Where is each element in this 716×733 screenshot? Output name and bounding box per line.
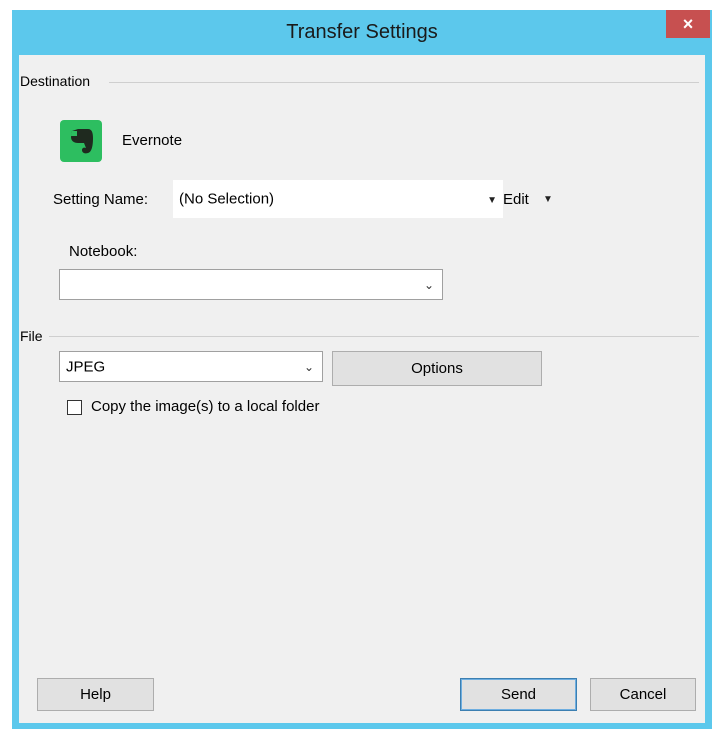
edit-menu-button[interactable]: Edit ▼ [503,191,553,208]
file-format-value: JPEG [66,358,106,375]
copy-local-checkbox[interactable] [67,400,82,415]
notebook-dropdown[interactable]: ⌄ [59,269,443,300]
copy-local-label[interactable]: Copy the image(s) to a local folder [91,398,319,415]
close-icon: × [682,13,694,34]
evernote-elephant-icon [60,120,102,162]
file-divider [49,336,699,337]
options-label: Options [411,360,463,377]
help-button[interactable]: Help [37,678,154,711]
file-format-dropdown[interactable]: JPEG ⌄ [59,351,323,382]
destination-group-label: Destination [20,73,95,89]
window-title: Transfer Settings [286,21,438,43]
setting-name-value: (No Selection) [179,190,275,208]
send-button[interactable]: Send [460,678,577,711]
file-group-label: File [20,328,47,344]
destination-divider [109,82,699,83]
dropdown-arrow-icon: ▼ [487,195,497,206]
chevron-down-icon: ⌄ [423,277,434,292]
setting-name-label: Setting Name: [53,191,149,208]
close-button[interactable]: × [666,10,710,38]
options-button[interactable]: Options [332,351,542,386]
edit-label: Edit [503,191,529,208]
app-name: Evernote [122,132,183,149]
title-bar: Transfer Settings × [12,10,712,55]
edit-dropdown-arrow-icon: ▼ [543,194,553,205]
cancel-label: Cancel [619,686,667,703]
dialog-body: Destination Evernote Setting Name: (No S… [19,55,705,723]
send-label: Send [500,686,537,703]
chevron-down-icon: ⌄ [303,359,314,374]
notebook-label: Notebook: [69,243,138,260]
transfer-settings-window: Transfer Settings × Destination Evernote… [12,10,712,729]
setting-name-dropdown[interactable]: (No Selection) ▼ [173,180,503,218]
cancel-button[interactable]: Cancel [590,678,696,711]
help-label: Help [80,686,111,703]
